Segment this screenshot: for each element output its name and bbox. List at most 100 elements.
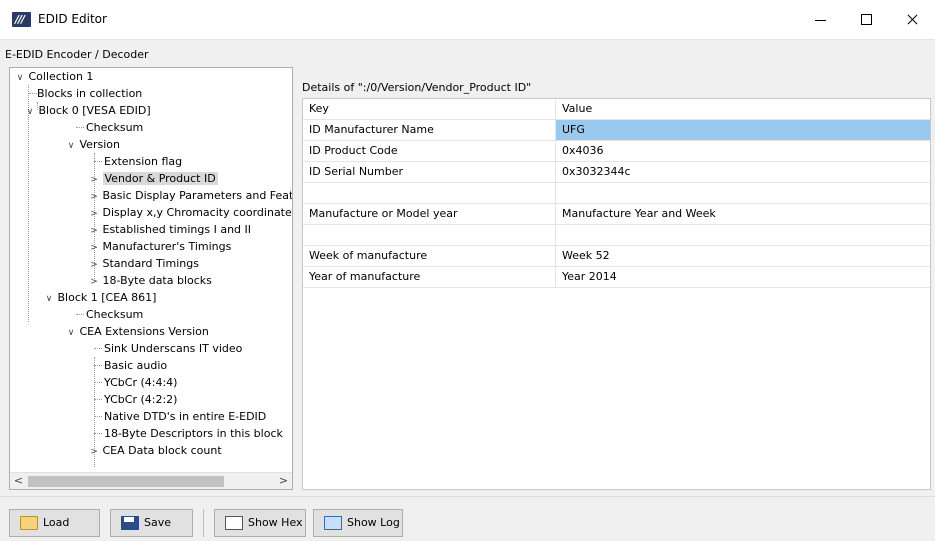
table-cell-value[interactable] [556,225,930,245]
table-cell-value-selected[interactable]: UFG [556,120,930,140]
table-cell-value[interactable] [556,183,930,203]
tree-node-label: YCbCr (4:4:4) [104,376,178,389]
tree-node-label: Block 1 [CEA 861] [57,291,157,304]
tree-node[interactable]: Sink Underscans IT video [94,340,242,357]
chevron-down-icon[interactable]: ∨ [44,291,54,308]
tree-node-label: 18-Byte data blocks [102,274,212,287]
tree-node-label: Extension flag [104,155,183,168]
table-row[interactable]: ID Product Code 0x4036 [303,141,930,162]
table-row[interactable]: Manufacture or Model year Manufacture Ye… [303,204,930,225]
table-header-row: Key Value [303,99,930,120]
scrollbar-thumb[interactable] [28,476,224,487]
tree-node-label: Established timings I and II [102,223,252,236]
tree-node[interactable]: > Display x,y Chromacity coordinates [89,204,292,221]
maximize-icon[interactable] [843,0,889,40]
chevron-down-icon[interactable]: ∨ [25,104,35,121]
tree-node-label: CEA Data block count [102,444,222,457]
minimize-icon[interactable] [797,0,843,40]
show-log-button-label: Show Log [347,516,400,529]
tree-node-label: YCbCr (4:2:2) [104,393,178,406]
table-row[interactable]: ID Serial Number 0x3032344c [303,162,930,183]
tree-node[interactable]: Extension flag [94,153,183,170]
table-row[interactable]: Year of manufacture Year 2014 [303,267,930,288]
column-header-key[interactable]: Key [303,99,556,119]
hex-grid-icon [225,516,243,530]
tree-node-label: CEA Extensions Version [79,325,209,338]
tree-node-label: Block 0 [VESA EDID] [38,104,151,117]
tree-connector [76,314,84,315]
tree-node-label: Blocks in collection [37,87,143,100]
tree-node-label: Basic Display Parameters and Featu [102,189,293,202]
load-button-label: Load [43,516,70,529]
table-cell-value[interactable]: Manufacture Year and Week [556,204,930,224]
tree-node[interactable]: > Basic Display Parameters and Featu [89,187,293,204]
table-cell-key[interactable]: Week of manufacture [303,246,556,266]
tree-node-label: Checksum [86,121,144,134]
chevron-down-icon[interactable]: ∨ [66,138,76,155]
save-button[interactable]: Save [110,509,193,537]
tree-node-label: Manufacturer's Timings [102,240,232,253]
load-button[interactable]: Load [9,509,100,537]
tree-node-label: Version [79,138,120,151]
chevron-down-icon[interactable]: ∨ [15,70,25,87]
table-cell-key[interactable]: ID Serial Number [303,162,556,182]
table-cell-key[interactable]: Year of manufacture [303,267,556,287]
tree-node[interactable]: 18-Byte Descriptors in this block [94,425,283,442]
tree-connector [94,161,102,162]
app-logo-icon: /// [12,12,31,27]
table-cell-value[interactable]: Week 52 [556,246,930,266]
tree-node[interactable]: Checksum [76,306,144,323]
tree-node-label: Collection 1 [28,70,94,83]
tree-node[interactable]: ∨ Block 1 [CEA 861] [44,289,157,308]
tree-node[interactable]: ∨ Collection 1 [15,68,94,87]
tree-node[interactable]: Blocks in collection [29,85,143,102]
tree-node[interactable]: Checksum [76,119,144,136]
chevron-right-icon[interactable]: > [89,444,99,461]
table-cell-key[interactable]: Manufacture or Model year [303,204,556,224]
tree-node[interactable]: > 18-Byte data blocks [89,272,212,289]
title-bar: /// EDID Editor [0,0,935,40]
tree-node[interactable]: ∨ CEA Extensions Version [66,323,209,340]
table-cell-key[interactable] [303,183,556,203]
scroll-right-icon[interactable]: > [275,473,292,489]
show-hex-button-label: Show Hex [248,516,303,529]
tree-node-label: 18-Byte Descriptors in this block [104,427,283,440]
tree-node-label: Checksum [86,308,144,321]
tree-connector [76,127,84,128]
show-log-button[interactable]: Show Log [313,509,403,537]
column-header-value[interactable]: Value [556,99,930,119]
table-row[interactable]: ID Manufacturer Name UFG [303,120,930,141]
tree-node[interactable]: ∨ Block 0 [VESA EDID] [25,102,151,119]
table-row[interactable] [303,225,930,246]
tree-node[interactable]: ∨ Version [66,136,120,153]
tree-connector [94,433,102,434]
scroll-left-icon[interactable]: < [10,473,27,489]
tree-node[interactable]: > CEA Data block count [89,442,222,461]
close-icon[interactable] [889,0,935,40]
table-cell-key[interactable] [303,225,556,245]
show-hex-button[interactable]: Show Hex [214,509,306,537]
table-cell-value[interactable]: Year 2014 [556,267,930,287]
table-row[interactable] [303,183,930,204]
log-viewer-icon [324,516,342,530]
tree-node[interactable]: Basic audio [94,357,167,374]
horizontal-scrollbar[interactable]: < > [10,472,292,489]
tree-node-selected[interactable]: > Vendor & Product ID [89,170,218,187]
table-cell-key[interactable]: ID Manufacturer Name [303,120,556,140]
table-cell-value[interactable]: 0x3032344c [556,162,930,182]
tree-node[interactable]: Native DTD's in entire E-EDID [94,408,266,425]
tree-node[interactable]: > Manufacturer's Timings [89,238,231,255]
tree-connector [94,348,102,349]
table-cell-value[interactable]: 0x4036 [556,141,930,161]
details-table[interactable]: Key Value ID Manufacturer Name UFG ID Pr… [302,98,931,490]
chevron-down-icon[interactable]: ∨ [66,325,76,342]
tree-node[interactable]: YCbCr (4:2:2) [94,391,178,408]
tree-connector [94,399,102,400]
details-title: Details of ":/0/Version/Vendor_Product I… [302,81,532,94]
tree-node[interactable]: > Standard Timings [89,255,199,272]
edid-tree[interactable]: ∨ Collection 1 Blocks in collection ∨ Bl… [9,67,293,490]
table-row[interactable]: Week of manufacture Week 52 [303,246,930,267]
tree-node[interactable]: YCbCr (4:4:4) [94,374,178,391]
table-cell-key[interactable]: ID Product Code [303,141,556,161]
tree-node[interactable]: > Established timings I and II [89,221,251,238]
